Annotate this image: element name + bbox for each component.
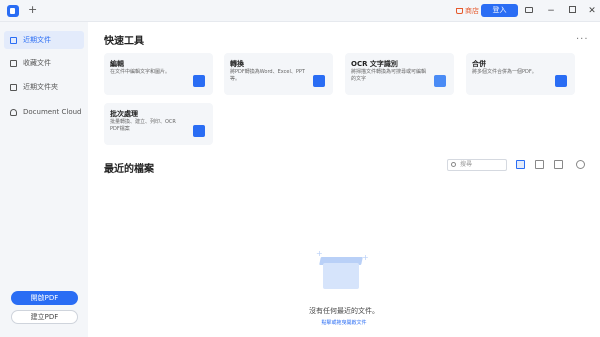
list-view-icon[interactable] [535, 160, 544, 169]
minimize-button[interactable]: − [545, 5, 557, 17]
merge-icon [555, 75, 567, 87]
sidebar-item-recent-files[interactable]: 近期文件 [4, 31, 84, 49]
title-bar: + 商店 登入 − ✕ [0, 0, 600, 22]
search-icon [451, 162, 456, 167]
tool-desc: 將掃描文件轉換為可搜尋或可編輯的文字 [351, 69, 427, 82]
store-button[interactable]: 商店 [456, 6, 479, 16]
sidebar-item-label: 收藏文件 [23, 59, 51, 67]
tool-card-edit[interactable]: 編輯 在文件中編輯文字和圖片。 [104, 53, 213, 95]
sidebar: 近期文件 收藏文件 近期文件夾 Document Cloud 開啟PDF 建立P… [0, 22, 88, 337]
message-icon[interactable] [523, 5, 535, 17]
star-icon [10, 59, 17, 67]
tool-card-ocr[interactable]: OCR 文字識別 將掃描文件轉換為可搜尋或可編輯的文字 [345, 53, 454, 95]
sidebar-item-label: 近期文件 [23, 36, 51, 44]
recent-files-title: 最近的檔案 [104, 164, 154, 175]
edit-icon [193, 75, 205, 87]
trash-icon[interactable] [554, 160, 563, 169]
sidebar-item-favorites[interactable]: 收藏文件 [4, 54, 84, 72]
tool-card-convert[interactable]: 轉換 將PDF轉換為Word、Excel、PPT等。 [224, 53, 333, 95]
sidebar-item-label: 近期文件夾 [23, 83, 58, 91]
open-pdf-button[interactable]: 開啟PDF [11, 291, 78, 305]
search-placeholder: 搜尋 [460, 161, 473, 168]
search-input[interactable]: 搜尋 [447, 159, 507, 171]
grid-view-icon[interactable] [516, 160, 525, 169]
tool-desc: 批量轉換、建立、列印、OCR PDF檔案 [110, 119, 176, 132]
more-options-button[interactable]: ··· [576, 34, 589, 45]
tool-name: OCR 文字識別 [351, 60, 398, 68]
tool-name: 合併 [472, 60, 486, 68]
quick-tools-title: 快速工具 [104, 36, 144, 47]
ocr-icon [434, 75, 446, 87]
maximize-button[interactable] [566, 5, 578, 17]
sidebar-item-document-cloud[interactable]: Document Cloud [4, 103, 84, 121]
login-button[interactable]: 登入 [481, 4, 518, 17]
tool-desc: 將多個文件合併為一個PDF。 [472, 69, 537, 75]
empty-box-icon: + + [316, 247, 369, 292]
cloud-icon [10, 108, 17, 116]
store-label: 商店 [465, 7, 479, 15]
batch-icon [193, 125, 205, 137]
tool-desc: 將PDF轉換為Word、Excel、PPT等。 [230, 69, 305, 82]
folder-icon [10, 83, 17, 91]
refresh-icon[interactable] [576, 160, 585, 169]
create-pdf-button[interactable]: 建立PDF [11, 310, 78, 324]
tool-card-merge[interactable]: 合併 將多個文件合併為一個PDF。 [466, 53, 575, 95]
empty-state-text: 沒有任何最近的文件。 [309, 307, 379, 315]
new-tab-button[interactable]: + [28, 3, 37, 16]
tool-name: 轉換 [230, 60, 244, 68]
close-button[interactable]: ✕ [586, 5, 598, 17]
tool-desc: 在文件中編輯文字和圖片。 [110, 69, 171, 75]
sidebar-item-label: Document Cloud [23, 108, 82, 116]
main-content: 快速工具 ··· 編輯 在文件中編輯文字和圖片。 轉換 將PDF轉換為Word、… [88, 22, 600, 337]
app-logo-icon [7, 5, 19, 17]
cart-icon [456, 8, 463, 14]
sidebar-item-recent-folders[interactable]: 近期文件夾 [4, 78, 84, 96]
tool-name: 批次處理 [110, 110, 138, 118]
tool-name: 編輯 [110, 60, 124, 68]
tool-card-batch[interactable]: 批次處理 批量轉換、建立、列印、OCR PDF檔案 [104, 103, 213, 145]
convert-icon [313, 75, 325, 87]
clock-icon [10, 36, 17, 44]
open-file-link[interactable]: 點擊或拖曳開啟文件 [88, 319, 600, 326]
